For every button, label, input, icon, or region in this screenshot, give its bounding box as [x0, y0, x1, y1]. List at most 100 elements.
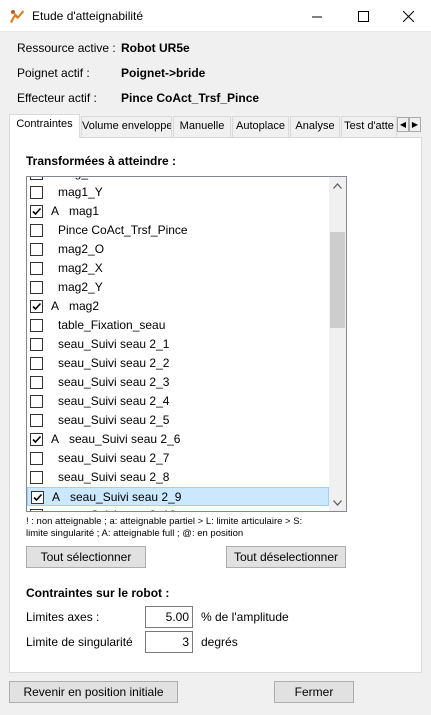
item-label: seau_Suivi seau 2_8 [58, 470, 170, 484]
list-item[interactable]: mag2_X [27, 259, 329, 278]
list-item[interactable]: table_Fixation_seau [27, 316, 329, 335]
list-item[interactable]: seau_Suivi seau 2_4 [27, 392, 329, 411]
item-label: Pince CoAct_Trsf_Pince [58, 223, 188, 237]
item-label: seau_Suivi seau 2_3 [58, 375, 170, 389]
list-item[interactable]: seau_Suivi seau 2_1 [27, 335, 329, 354]
list-item[interactable]: mag2_O [27, 240, 329, 259]
reset-position-button[interactable]: Revenir en position initiale [9, 681, 178, 703]
item-checkbox[interactable] [30, 433, 43, 446]
maximize-icon [357, 10, 369, 22]
list-item[interactable]: Aseau_Suivi seau 2_6 [27, 430, 329, 449]
singularity-limit-label: Limite de singularité [26, 635, 133, 649]
list-scrollbar[interactable] [329, 177, 346, 511]
item-checkbox[interactable] [30, 338, 43, 351]
deselect-all-button[interactable]: Tout déselectionner [226, 546, 346, 568]
list-item[interactable]: Amag2 [27, 297, 329, 316]
item-label: mag2_O [58, 242, 105, 256]
tab-contraintes[interactable]: Contraintes [9, 114, 80, 138]
item-checkbox[interactable] [30, 471, 43, 484]
item-checkbox[interactable] [31, 491, 44, 504]
list-item[interactable]: seau_Suivi seau 2_5 [27, 411, 329, 430]
list-item[interactable]: seau_Suivi seau 2_10 [27, 506, 329, 511]
item-label: seau_Suivi seau 2_9 [70, 490, 182, 504]
item-checkbox[interactable] [30, 281, 43, 294]
axes-limit-input[interactable]: 5.00 [145, 606, 193, 628]
scroll-up-button[interactable] [329, 177, 346, 194]
checkmark-icon [32, 435, 42, 444]
item-checkbox[interactable] [30, 186, 43, 199]
item-label: seau_Suivi seau 2_6 [69, 432, 181, 446]
scroll-thumb[interactable] [330, 232, 345, 328]
item-label: seau_Suivi seau 2_10 [58, 508, 176, 511]
item-label: mag1 [69, 204, 100, 218]
scroll-down-icon [333, 499, 342, 506]
title-bar: Etude d'atteignabilité [0, 0, 431, 32]
active-resource-value: Robot UR5e [121, 41, 190, 55]
list-item[interactable]: mag2_Y [27, 278, 329, 297]
singularity-limit-input[interactable]: 3 [145, 631, 193, 653]
tab-autoplace[interactable]: Autoplace [232, 116, 289, 137]
singularity-limit-unit: degrés [201, 635, 238, 649]
scroll-up-icon [333, 182, 342, 189]
item-status-flag: A [51, 432, 60, 446]
item-checkbox[interactable] [30, 262, 43, 275]
close-dialog-button[interactable]: Fermer [274, 681, 354, 703]
item-label: seau_Suivi seau 2_5 [58, 413, 170, 427]
tab-analyse[interactable]: Analyse [290, 116, 340, 137]
item-label: seau_Suivi seau 2_4 [58, 394, 170, 408]
item-label: mag2 [69, 299, 100, 313]
item-checkbox[interactable] [30, 319, 43, 332]
list-item[interactable]: Aseau_Suivi seau 2_9 [27, 487, 329, 506]
list-item[interactable]: seau_Suivi seau 2_8 [27, 468, 329, 487]
item-checkbox[interactable] [30, 414, 43, 427]
tab-right-icon: ▶ [411, 120, 419, 129]
tab-test[interactable]: Test d'atte [341, 116, 397, 137]
item-label: mag_ [58, 177, 88, 180]
item-checkbox[interactable] [30, 177, 43, 180]
item-checkbox[interactable] [30, 300, 43, 313]
tab-volume-enveloppe[interactable]: Volume enveloppe [81, 116, 172, 137]
window-title: Etude d'atteignabilité [32, 9, 144, 23]
item-status-flag: A [51, 204, 60, 218]
item-checkbox[interactable] [30, 376, 43, 389]
item-status-flag: A [51, 299, 60, 313]
list-item[interactable]: seau_Suivi seau 2_2 [27, 354, 329, 373]
item-checkbox[interactable] [30, 395, 43, 408]
minimize-button[interactable] [294, 0, 340, 32]
tab-scroll-right[interactable]: ▶ [409, 117, 421, 132]
checkmark-icon [32, 302, 42, 311]
list-item[interactable]: mag_ [27, 177, 329, 183]
app-icon [10, 10, 24, 23]
list-item[interactable]: seau_Suivi seau 2_7 [27, 449, 329, 468]
item-checkbox[interactable] [30, 452, 43, 465]
close-button[interactable] [385, 0, 431, 32]
item-label: mag1_Y [58, 185, 103, 199]
active-wrist-value: Poignet->bride [121, 66, 206, 80]
checkmark-icon [32, 207, 42, 216]
item-label: mag2_Y [58, 280, 103, 294]
active-wrist-label: Poignet actif : [17, 66, 90, 80]
item-label: table_Fixation_seau [58, 318, 166, 332]
item-label: seau_Suivi seau 2_7 [58, 451, 170, 465]
select-all-button[interactable]: Tout sélectionner [26, 546, 146, 568]
item-checkbox[interactable] [30, 509, 43, 511]
list-item[interactable]: Pince CoAct_Trsf_Pince [27, 221, 329, 240]
active-resource-label: Ressource active : [17, 41, 116, 55]
tab-manuelle[interactable]: Manuelle [173, 116, 231, 137]
close-icon [402, 10, 414, 22]
item-checkbox[interactable] [30, 243, 43, 256]
item-status-flag: A [52, 490, 61, 504]
scroll-down-button[interactable] [329, 494, 346, 511]
item-checkbox[interactable] [30, 357, 43, 370]
maximize-button[interactable] [340, 0, 386, 32]
list-item[interactable]: mag1_Y [27, 183, 329, 202]
list-item[interactable]: Amag1 [27, 202, 329, 221]
item-checkbox[interactable] [30, 205, 43, 218]
item-checkbox[interactable] [30, 224, 43, 237]
transforms-list[interactable]: mag_mag1_YAmag1Pince CoAct_Trsf_Pincemag… [26, 176, 347, 512]
list-item[interactable]: seau_Suivi seau 2_3 [27, 373, 329, 392]
transforms-list-items: mag_mag1_YAmag1Pince CoAct_Trsf_Pincemag… [27, 177, 329, 511]
reachability-legend: ! : non atteignable ; a: atteignable par… [26, 516, 303, 539]
item-label: seau_Suivi seau 2_2 [58, 356, 170, 370]
tab-scroll-left[interactable]: ◀ [397, 117, 409, 132]
